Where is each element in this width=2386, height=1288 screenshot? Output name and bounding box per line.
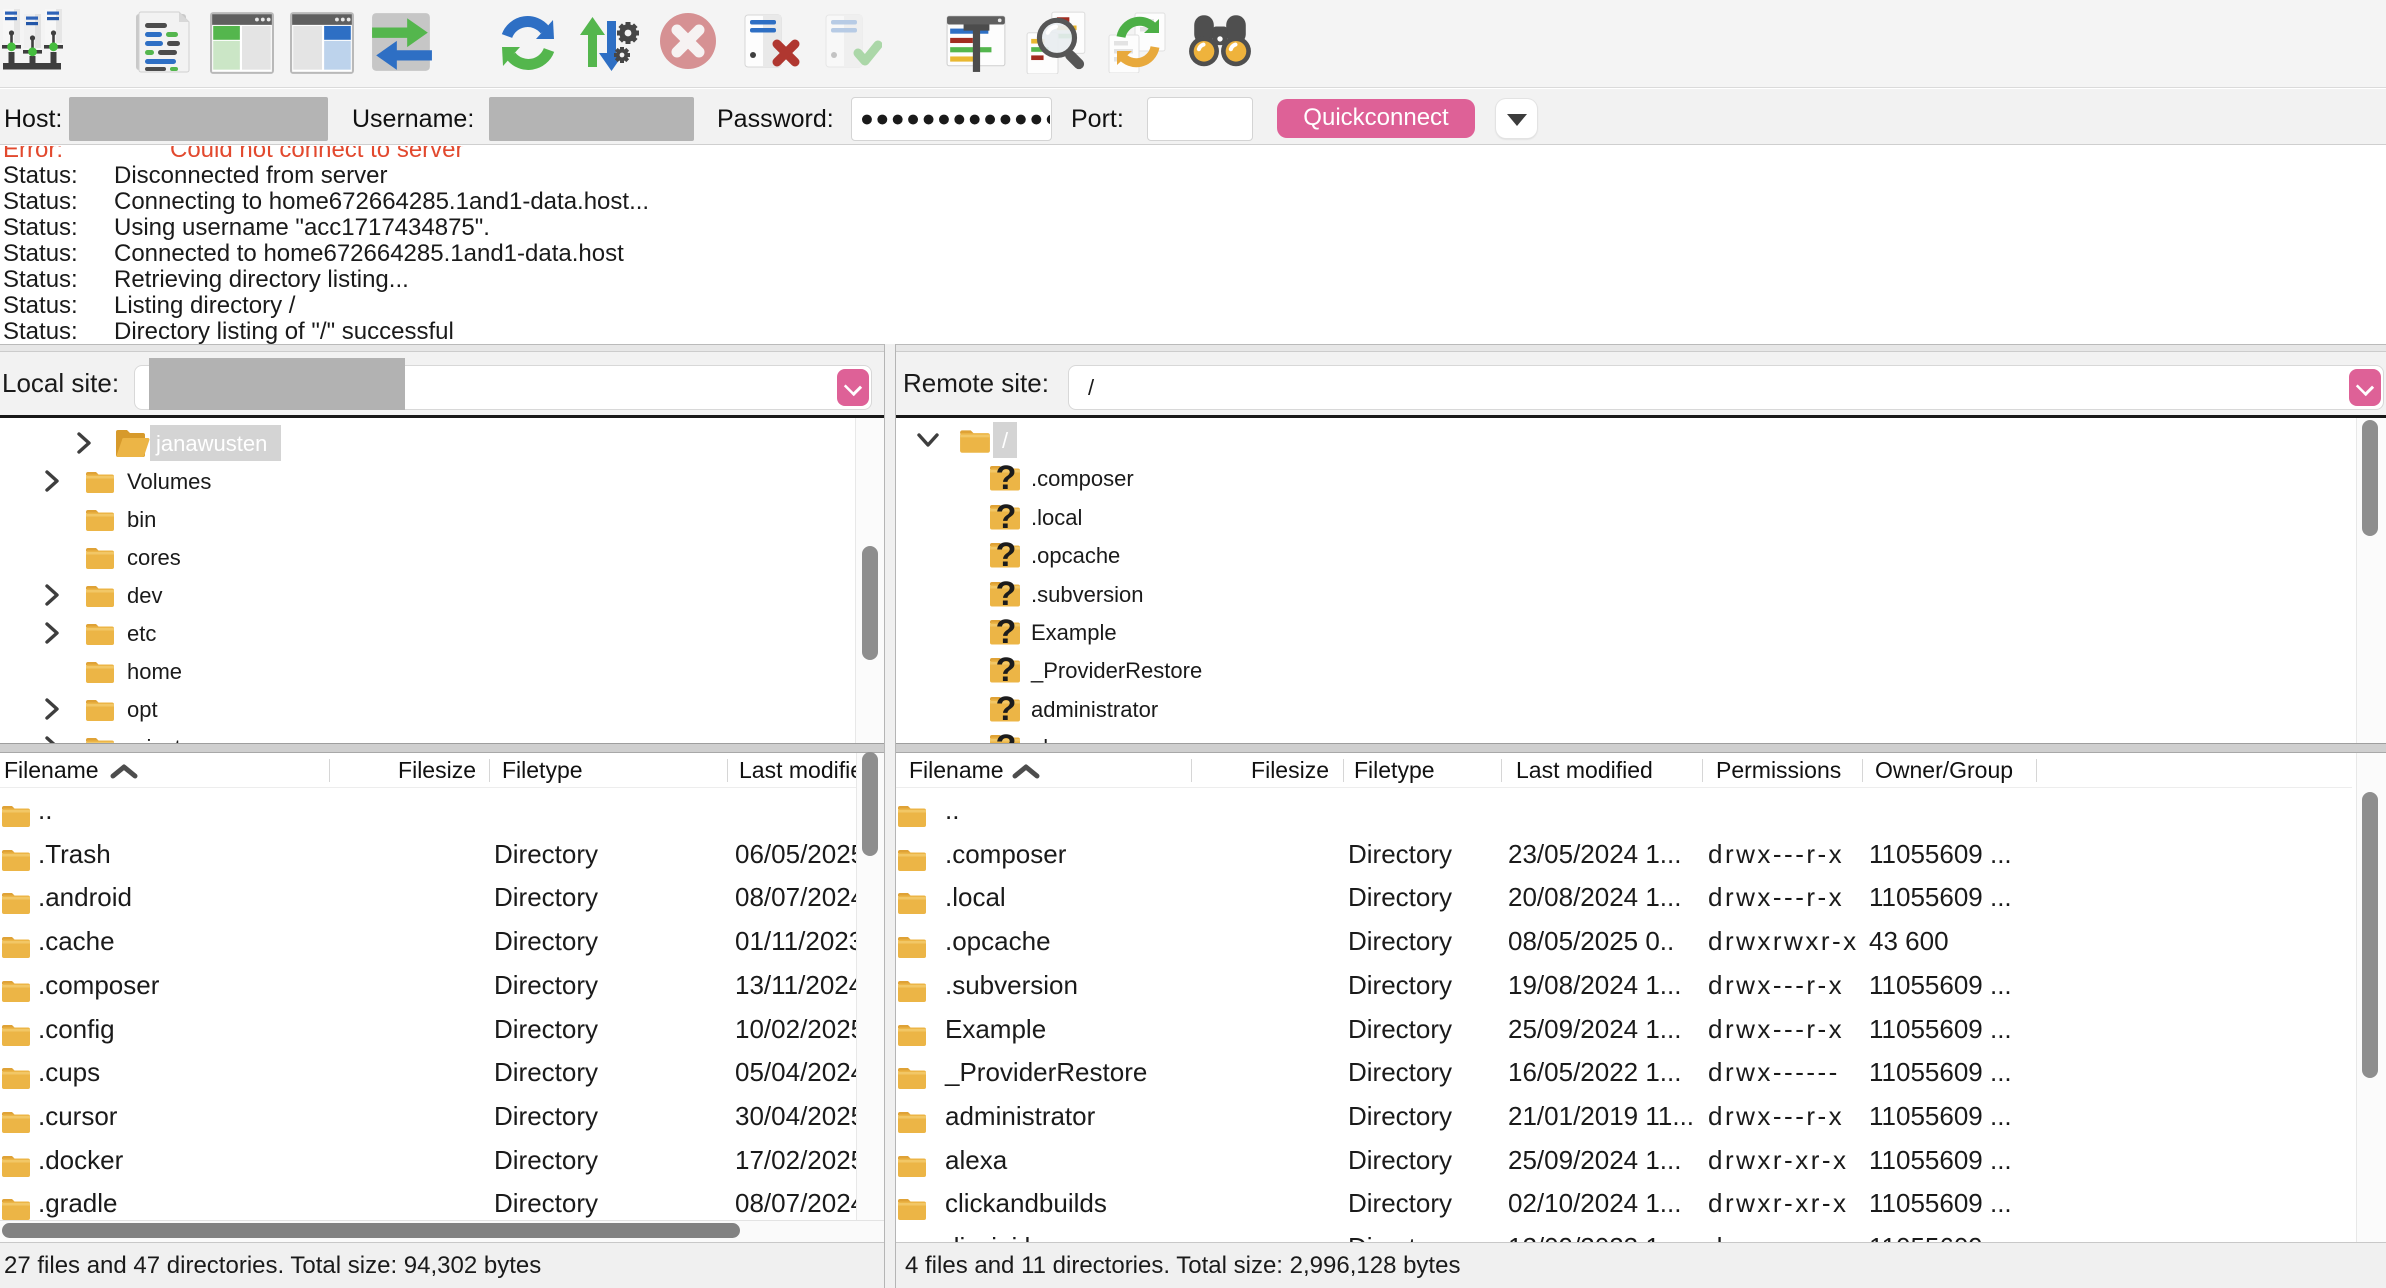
svg-text:?: ? [996,460,1017,496]
svg-text:?: ? [996,729,1017,743]
svg-text:?: ? [996,537,1017,573]
svg-text:?: ? [996,576,1017,612]
svg-text:?: ? [996,691,1017,727]
svg-text:?: ? [996,614,1017,650]
svg-text:?: ? [996,652,1017,688]
svg-text:?: ? [996,499,1017,535]
